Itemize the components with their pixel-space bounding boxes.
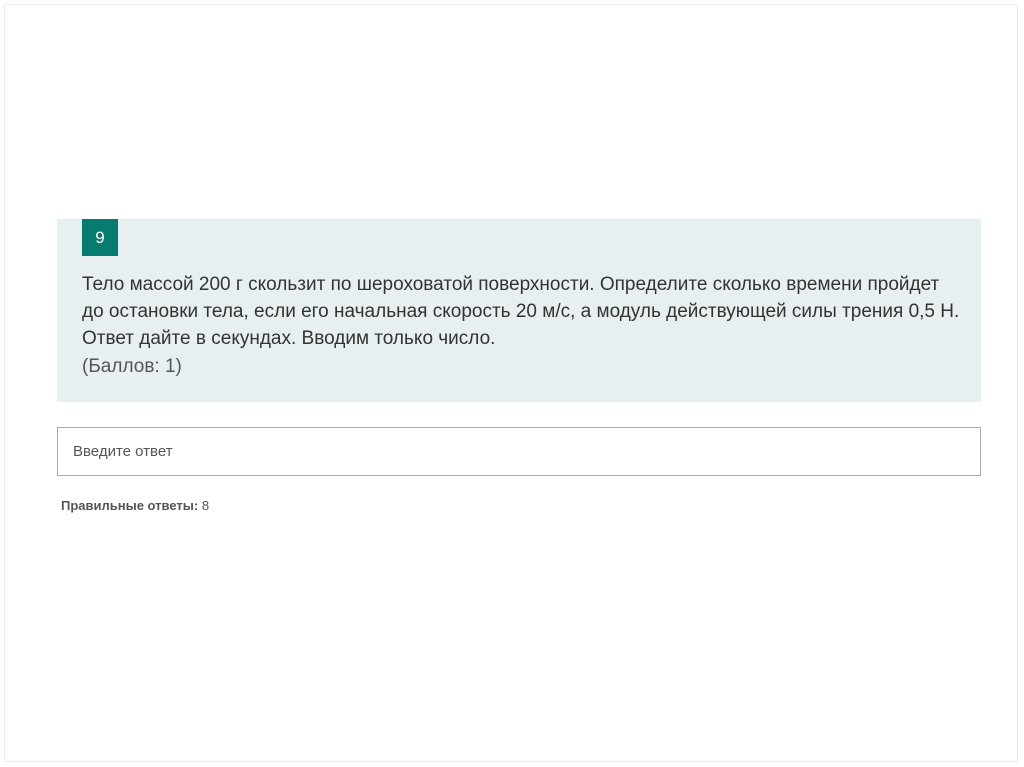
answer-input[interactable] xyxy=(57,427,981,476)
correct-answers-value: 8 xyxy=(201,498,210,513)
question-card: 9 Тело массой 200 г скользит по шерохова… xyxy=(57,219,981,402)
correct-answers: Правильные ответы: 8 xyxy=(61,496,209,516)
question-number-badge: 9 xyxy=(82,219,118,256)
correct-answers-label: Правильные ответы: xyxy=(61,498,199,513)
question-text: Тело массой 200 г скользит по шероховато… xyxy=(82,274,960,349)
question-points: (Баллов: 1) xyxy=(82,356,182,377)
